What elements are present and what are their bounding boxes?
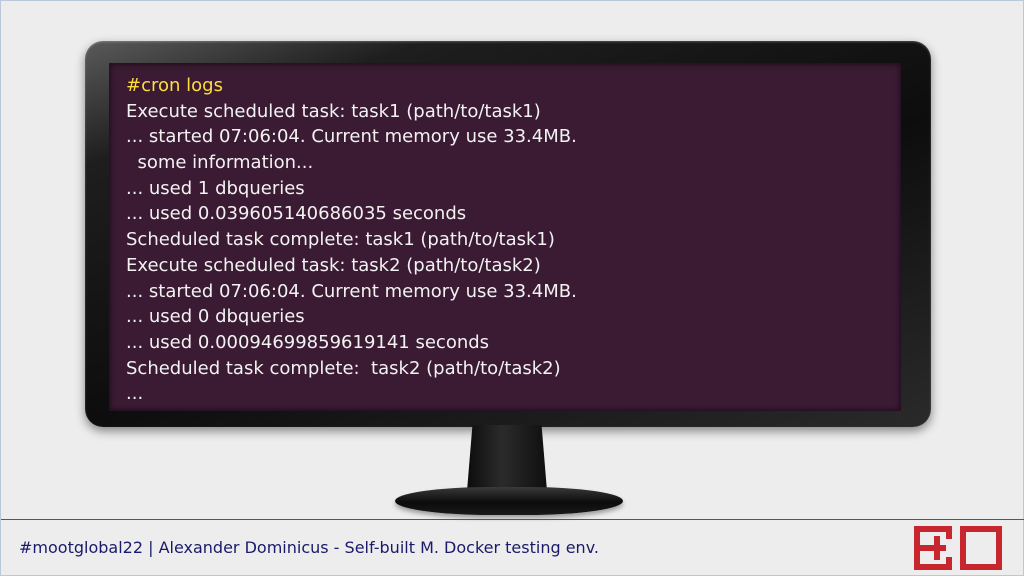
log-line: ... used 0.039605140686035 seconds [126,203,467,225]
log-line: Scheduled task complete: task1 (path/to/… [126,229,555,251]
log-title: #cron logs [126,75,223,96]
bo-logo-icon [914,526,1002,570]
log-line: ... started 07:06:04. Current memory use… [126,280,577,302]
cron-log: #cron logs Execute scheduled task: task1… [126,73,886,407]
log-line: some information... [126,152,314,174]
log-line: ... used 1 dbqueries [126,177,305,199]
log-line: ... used 0.00094699859619141 seconds [126,331,490,353]
log-line: ... used 0 dbqueries [126,306,305,328]
monitor-stand-neck [466,425,548,495]
footer-divider [1,519,1024,520]
monitor-stand-base [395,487,623,515]
log-line: Scheduled task complete: task2 (path/to/… [126,357,561,379]
log-line: Execute scheduled task: task2 (path/to/t… [126,254,541,276]
log-line: Execute scheduled task: task1 (path/to/t… [126,100,541,122]
footer-caption: #mootglobal22 | Alexander Dominicus - Se… [19,538,599,557]
log-line: ... [126,383,144,405]
slide: #cron logs Execute scheduled task: task1… [0,0,1024,576]
log-line: ... started 07:06:04. Current memory use… [126,126,577,148]
